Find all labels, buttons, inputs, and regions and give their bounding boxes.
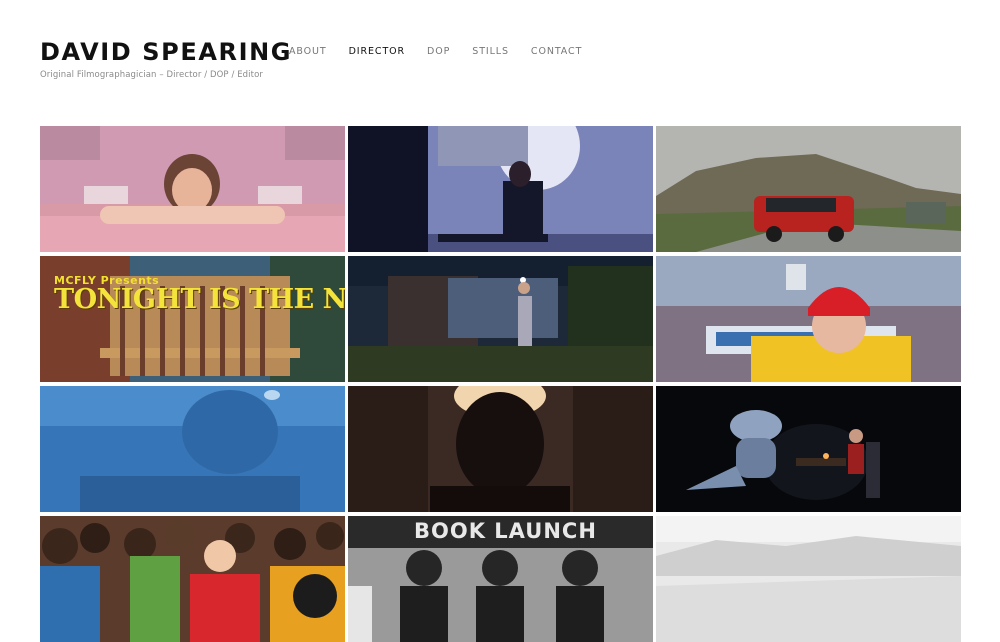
main-nav: ABOUT DIRECTOR DOP STILLS CONTACT (289, 46, 604, 57)
project-thumbnail-winter-landscape[interactable] (656, 516, 961, 642)
site-tagline: Original Filmographagician – Director / … (40, 70, 263, 80)
nav-about[interactable]: ABOUT (289, 46, 327, 57)
thumbnail-image (40, 516, 345, 642)
thumbnail-image (348, 386, 653, 512)
nav-stills[interactable]: STILLS (472, 46, 509, 57)
project-thumbnail-book-launch[interactable]: BOOK LAUNCH (348, 516, 653, 642)
project-grid: MCFLY Presents TONIGHT IS THE NIGHT (40, 126, 961, 642)
thumbnail-image (348, 256, 653, 382)
project-thumbnail-stage-spotlight[interactable] (348, 126, 653, 252)
tile-title-book-launch: BOOK LAUNCH (414, 519, 597, 543)
project-thumbnail-red-car[interactable] (656, 126, 961, 252)
thumbnail-image (656, 516, 961, 642)
nav-dop[interactable]: DOP (427, 46, 450, 57)
project-thumbnail-bath-girl[interactable] (40, 126, 345, 252)
site-header: DAVID SPEARING Original Filmographagicia… (40, 36, 960, 86)
site-title[interactable]: DAVID SPEARING (40, 38, 292, 66)
thumbnail-image (348, 126, 653, 252)
project-thumbnail-dragon-dinner[interactable] (656, 386, 961, 512)
project-thumbnail-tonight-is-the-night[interactable]: MCFLY Presents TONIGHT IS THE NIGHT (40, 256, 345, 382)
thumbnail-image (656, 386, 961, 512)
project-thumbnail-night-dancer[interactable] (348, 256, 653, 382)
project-thumbnail-red-beanie[interactable] (656, 256, 961, 382)
project-thumbnail-crowd-kids[interactable] (40, 516, 345, 642)
nav-director[interactable]: DIRECTOR (349, 46, 405, 57)
thumbnail-image (656, 256, 961, 382)
thumbnail-image (40, 126, 345, 252)
nav-contact[interactable]: CONTACT (531, 46, 582, 57)
project-thumbnail-underwater[interactable] (40, 386, 345, 512)
thumbnail-image (656, 126, 961, 252)
tile-title-tonight: TONIGHT IS THE NIGHT (54, 284, 345, 315)
thumbnail-image (40, 386, 345, 512)
project-thumbnail-backlit-silhouette[interactable] (348, 386, 653, 512)
